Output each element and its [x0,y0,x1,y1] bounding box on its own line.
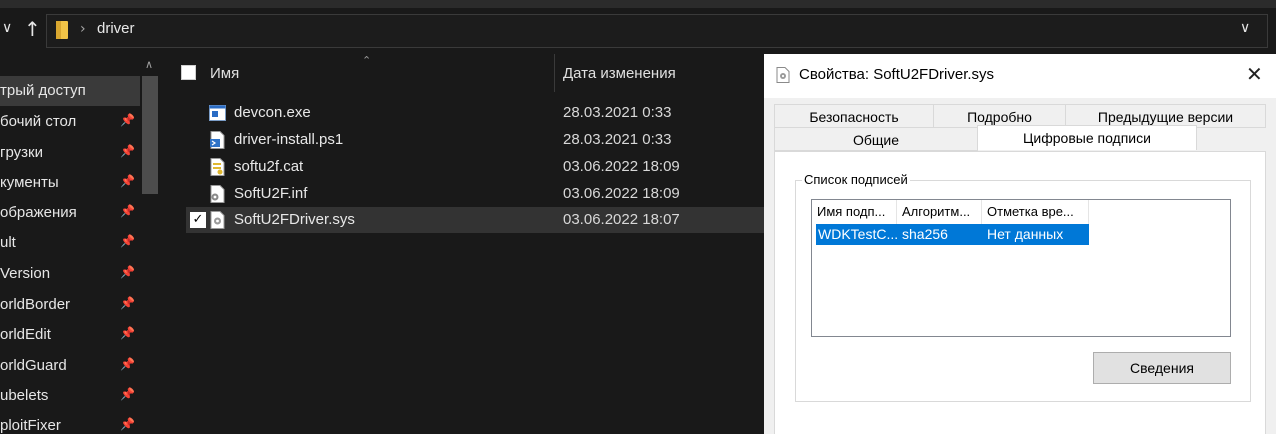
exe-icon [209,105,226,121]
tab-panel-digital-signatures: Список подписей Имя подп... Алгоритм... … [774,151,1266,434]
scrollbar-thumb[interactable] [142,76,158,194]
group-label: Список подписей [802,172,910,187]
tab-general[interactable]: Общие [774,127,978,151]
column-header-timestamp[interactable]: Отметка вре... [982,200,1089,224]
pin-icon: 📌 [120,417,135,431]
breadcrumb-item-driver[interactable]: driver [97,20,135,37]
pin-icon: 📌 [120,296,135,310]
window-top-strip [0,0,1276,8]
file-row[interactable]: SoftU2F.inf 03.06.2022 18:09 [186,181,764,207]
sidebar-item-downloads[interactable]: грузки 📌 [0,138,140,168]
signature-row[interactable]: WDKTestC... sha256 Нет данных [816,224,1089,245]
chevron-down-icon[interactable]: ∨ [2,20,12,36]
dialog-title-bar[interactable]: Свойства: SoftU2FDriver.sys ✕ [764,54,1276,98]
pin-icon: 📌 [120,204,135,218]
tab-digital-signatures[interactable]: Цифровые подписи [977,125,1197,150]
pin-icon: 📌 [120,357,135,371]
address-field[interactable] [46,14,1268,48]
select-all-checkbox[interactable] [181,65,196,80]
breadcrumb-separator-icon[interactable]: › [80,21,86,37]
dialog-title: Свойства: SoftU2FDriver.sys [799,66,995,83]
pin-icon: 📌 [120,326,135,340]
sidebar-item-desktop[interactable]: бочий стол 📌 [0,107,140,137]
file-row[interactable]: devcon.exe 28.03.2021 0:33 [186,100,764,126]
tab-security[interactable]: Безопасность [774,104,934,128]
navigation-pane: трый доступ бочий стол 📌 грузки 📌 кумент… [0,54,162,434]
sidebar-item-version[interactable]: Version 📌 [0,259,140,289]
file-list-header: Имя ⌃ Дата изменения [162,54,764,94]
column-header-algorithm[interactable]: Алгоритм... [897,200,982,224]
sidebar-item-worldedit[interactable]: orldEdit 📌 [0,320,140,350]
close-icon[interactable]: ✕ [1246,62,1263,86]
column-header-signer-name[interactable]: Имя подп... [812,200,897,224]
cell-timestamp: Нет данных [987,226,1064,242]
sidebar-item-quick-access[interactable]: трый доступ [0,76,140,106]
signature-list[interactable]: Имя подп... Алгоритм... Отметка вре... W… [811,199,1231,337]
pin-icon: 📌 [120,113,135,127]
sidebar-item-worldguard[interactable]: orldGuard 📌 [0,351,140,381]
folder-icon [56,21,68,39]
file-row-selected[interactable]: ✓ SoftU2FDriver.sys 03.06.2022 18:07 [186,207,764,233]
pin-icon: 📌 [120,265,135,279]
column-header-name[interactable]: Имя [210,65,239,82]
cell-algorithm: sha256 [902,226,948,242]
file-row[interactable]: softu2f.cat 03.06.2022 18:09 [186,154,764,180]
sidebar-item-cubelets[interactable]: ubelets 📌 [0,381,140,411]
column-divider[interactable] [554,54,555,92]
sort-ascending-icon: ⌃ [362,54,372,67]
system-file-icon [210,211,225,229]
address-bar: ∨ ↑ › driver ∨ [0,8,1276,54]
file-row[interactable]: driver-install.ps1 28.03.2021 0:33 [186,127,764,153]
list-header: Имя подп... Алгоритм... Отметка вре... [812,200,1090,224]
details-button[interactable]: Сведения [1093,352,1231,384]
column-header-date[interactable]: Дата изменения [563,65,676,82]
chevron-down-icon[interactable]: ∨ [1240,20,1250,36]
setup-info-icon [210,185,225,203]
scroll-up-arrow-icon[interactable]: ∧ [145,58,153,71]
properties-dialog: Свойства: SoftU2FDriver.sys ✕ Безопаснос… [764,54,1276,434]
security-catalog-icon [210,158,225,176]
sidebar-item-worldborder[interactable]: orldBorder 📌 [0,290,140,320]
arrow-up-icon[interactable]: ↑ [24,17,41,41]
sidebar-item-ult[interactable]: ult 📌 [0,228,140,258]
file-list-pane: Имя ⌃ Дата изменения devcon.exe 28.03.20… [162,54,764,434]
system-file-icon [776,67,790,83]
row-checkbox[interactable]: ✓ [190,212,206,228]
sidebar-item-exploitfixer[interactable]: ploitFixer 📌 [0,411,140,434]
pin-icon: 📌 [120,234,135,248]
powershell-script-icon [210,131,225,149]
cell-signer-name: WDKTestC... [818,226,899,242]
sidebar-item-documents[interactable]: кументы 📌 [0,168,140,198]
sidebar-item-pictures[interactable]: ображения 📌 [0,198,140,228]
pin-icon: 📌 [120,144,135,158]
pin-icon: 📌 [120,387,135,401]
pin-icon: 📌 [120,174,135,188]
signature-list-group: Список подписей Имя подп... Алгоритм... … [795,172,1251,402]
sidebar-scrollbar[interactable]: ∧ [140,54,162,434]
